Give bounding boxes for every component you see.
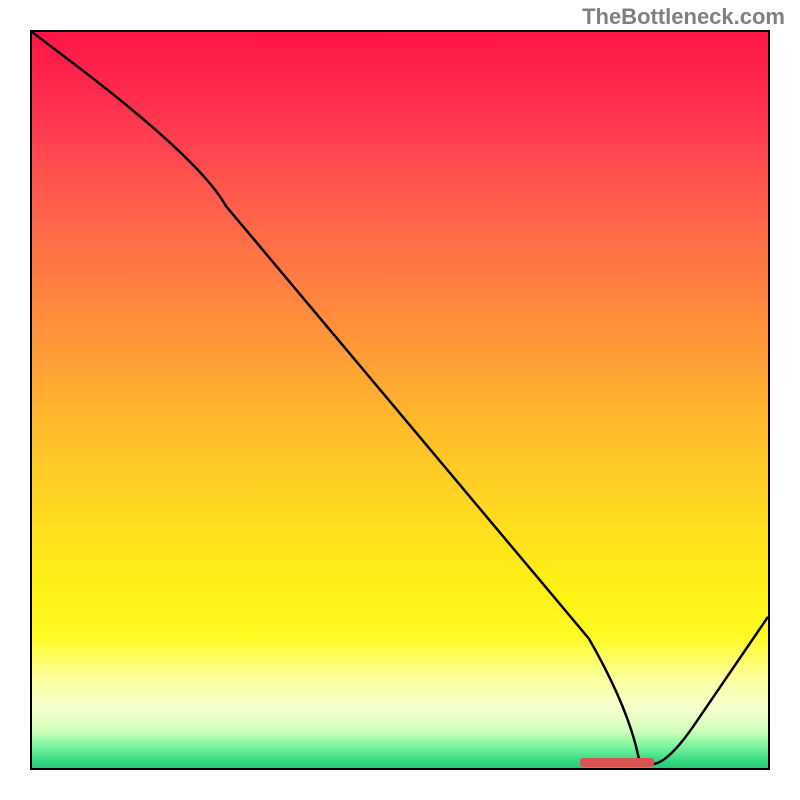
line-curve [32, 32, 768, 768]
watermark-text: TheBottleneck.com [582, 4, 785, 30]
chart-area [30, 30, 770, 770]
optimal-range-marker [580, 758, 654, 767]
